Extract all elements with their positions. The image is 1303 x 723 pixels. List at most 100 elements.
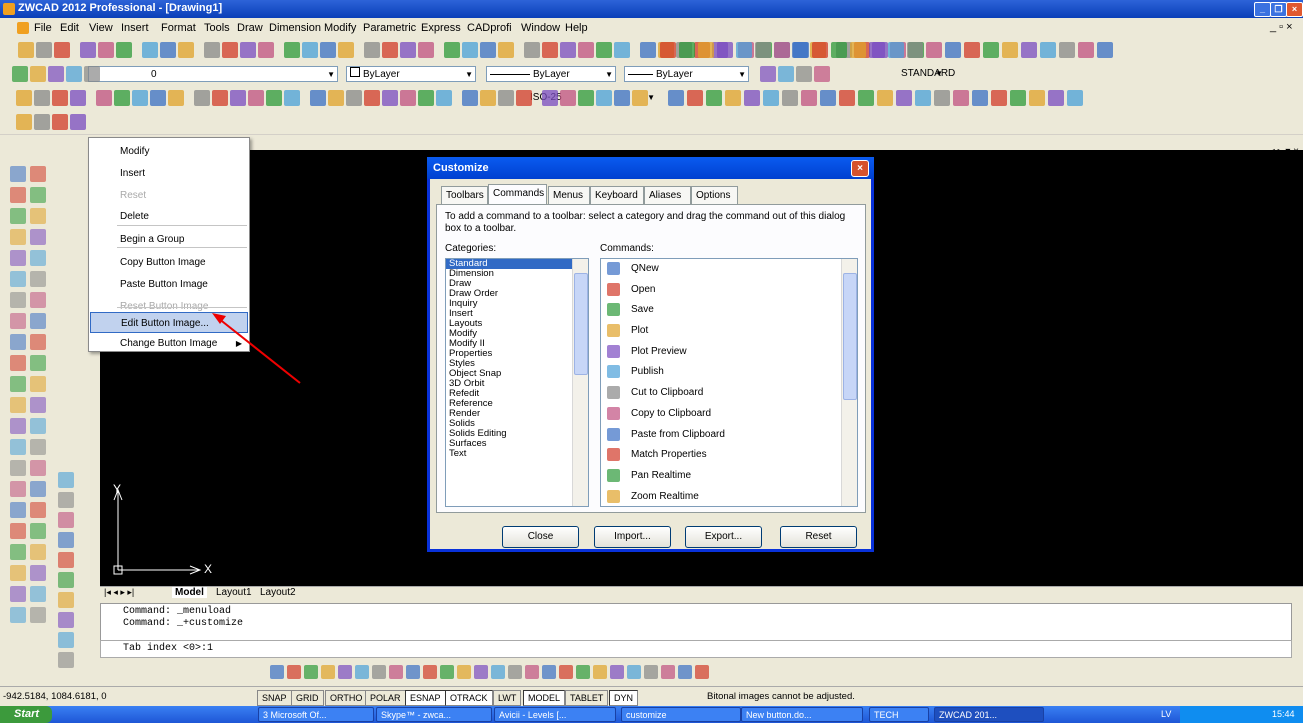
toolbar-tool-icon[interactable]: [796, 66, 812, 82]
toolbar-tool-icon[interactable]: [230, 90, 246, 106]
taskbar-window-button[interactable]: ZWCAD 201...: [934, 707, 1044, 722]
toolbar-tool-icon[interactable]: [896, 90, 912, 106]
toolbar-tool-icon[interactable]: [444, 42, 460, 58]
draw-tool-icon[interactable]: [10, 481, 26, 497]
toolbar-tool-icon[interactable]: [542, 42, 558, 58]
snap-tool-icon[interactable]: [491, 665, 505, 679]
draw-tool-icon[interactable]: [10, 418, 26, 434]
draw-tool-icon[interactable]: [10, 460, 26, 476]
snap-tool-icon[interactable]: [542, 665, 556, 679]
snap-tool-icon[interactable]: [525, 665, 539, 679]
tab-layout2[interactable]: Layout2: [260, 587, 296, 598]
modify-tool-icon[interactable]: [58, 652, 74, 668]
toolbar-tool-icon[interactable]: [364, 90, 380, 106]
toolbar-tool-icon[interactable]: [820, 90, 836, 106]
toolbar-tool-icon[interactable]: [524, 42, 540, 58]
toolbar-tool-icon[interactable]: [560, 90, 576, 106]
categories-scrollbar[interactable]: [572, 259, 588, 506]
toolbar-tool-icon[interactable]: [778, 66, 794, 82]
snap-tool-icon[interactable]: [627, 665, 641, 679]
language-indicator[interactable]: LV: [1161, 709, 1171, 719]
toolbar-tool-icon[interactable]: [578, 90, 594, 106]
toolbar-tool-icon[interactable]: [284, 90, 300, 106]
draw-tool-icon[interactable]: [10, 229, 26, 245]
menu-cadprofi[interactable]: CADprofi: [467, 22, 512, 34]
taskbar-window-button[interactable]: TECH: [869, 707, 929, 722]
toolbar-tool-icon[interactable]: [1021, 42, 1037, 58]
menu-express[interactable]: Express: [421, 22, 461, 34]
toolbar-tool-icon[interactable]: [480, 42, 496, 58]
toolbar-tool-icon[interactable]: [679, 42, 695, 58]
close-dialog-button[interactable]: Close: [502, 526, 579, 548]
toolbar-tool-icon[interactable]: [258, 42, 274, 58]
toolbar-tool-icon[interactable]: [462, 90, 478, 106]
color-combo[interactable]: ByLayer ▼: [346, 66, 476, 82]
toolbar-tool-icon[interactable]: [34, 90, 50, 106]
toolbar-tool-icon[interactable]: [516, 90, 532, 106]
toolbar-tool-icon[interactable]: [736, 42, 752, 58]
modify-tool-icon[interactable]: [58, 552, 74, 568]
import-button[interactable]: Import...: [594, 526, 671, 548]
context-menu-item[interactable]: Edit Button Image...: [90, 312, 248, 333]
toolbar-tool-icon[interactable]: [54, 42, 70, 58]
menu-dimension[interactable]: Dimension: [269, 22, 321, 34]
draw-tool-icon[interactable]: [10, 208, 26, 224]
toolbar-tool-icon[interactable]: [668, 90, 684, 106]
draw-tool-icon[interactable]: [10, 523, 26, 539]
snap-tool-icon[interactable]: [389, 665, 403, 679]
tab-commands[interactable]: Commands: [488, 184, 547, 206]
draw-tool-icon[interactable]: [10, 565, 26, 581]
toolbar-tool-icon[interactable]: [382, 90, 398, 106]
status-toggle-lwt[interactable]: LWT: [493, 690, 522, 706]
layer-combo[interactable]: 0 ▼: [88, 66, 338, 82]
snap-tool-icon[interactable]: [593, 665, 607, 679]
command-item[interactable]: Publish: [601, 362, 857, 383]
command-item[interactable]: Pan Realtime: [601, 466, 857, 487]
modify-tool-icon[interactable]: [58, 572, 74, 588]
toolbar-tool-icon[interactable]: [204, 42, 220, 58]
snap-tool-icon[interactable]: [695, 665, 709, 679]
toolbar-tool-icon[interactable]: [400, 42, 416, 58]
context-menu-item[interactable]: Insert: [90, 163, 248, 184]
tab-aliases[interactable]: Aliases: [644, 186, 691, 205]
draw-tool-icon[interactable]: [30, 418, 46, 434]
taskbar-window-button[interactable]: 3 Microsoft Of...: [258, 707, 374, 722]
toolbar-tool-icon[interactable]: [972, 90, 988, 106]
snap-tool-icon[interactable]: [440, 665, 454, 679]
toolbar-tool-icon[interactable]: [964, 42, 980, 58]
toolbar-tool-icon[interactable]: [660, 42, 676, 58]
toolbar-tool-icon[interactable]: [1048, 90, 1064, 106]
toolbar-tool-icon[interactable]: [116, 42, 132, 58]
draw-tool-icon[interactable]: [30, 334, 46, 350]
toolbar-tool-icon[interactable]: [945, 42, 961, 58]
command-input[interactable]: Tab index <0>:1: [100, 640, 1292, 658]
modify-tool-icon[interactable]: [58, 532, 74, 548]
menu-file[interactable]: File: [34, 22, 52, 34]
draw-tool-icon[interactable]: [30, 166, 46, 182]
toolbar-tool-icon[interactable]: [763, 90, 779, 106]
toolbar-tool-icon[interactable]: [328, 90, 344, 106]
command-item[interactable]: Zoom Realtime: [601, 487, 857, 506]
toolbar-tool-icon[interactable]: [222, 42, 238, 58]
draw-tool-icon[interactable]: [30, 565, 46, 581]
modify-tool-icon[interactable]: [58, 612, 74, 628]
toolbar-tool-icon[interactable]: [178, 42, 194, 58]
textstyle-combo[interactable]: STANDARD ▼: [820, 66, 955, 82]
toolbar-tool-icon[interactable]: [698, 42, 714, 58]
toolbar-tool-icon[interactable]: [1029, 90, 1045, 106]
taskbar-window-button[interactable]: Skype™ - zwca...: [376, 707, 492, 722]
status-toggle-tablet[interactable]: TABLET: [565, 690, 609, 706]
command-item[interactable]: Save: [601, 300, 857, 321]
toolbar-tool-icon[interactable]: [16, 114, 32, 130]
draw-tool-icon[interactable]: [10, 355, 26, 371]
toolbar-tool-icon[interactable]: [953, 90, 969, 106]
toolbar-tool-icon[interactable]: [831, 42, 847, 58]
draw-tool-icon[interactable]: [30, 586, 46, 602]
toolbar-tool-icon[interactable]: [114, 90, 130, 106]
snap-tool-icon[interactable]: [610, 665, 624, 679]
menu-tools[interactable]: Tools: [204, 22, 230, 34]
toolbar-tool-icon[interactable]: [907, 42, 923, 58]
snap-tool-icon[interactable]: [423, 665, 437, 679]
toolbar-tool-icon[interactable]: [84, 66, 100, 82]
snap-tool-icon[interactable]: [474, 665, 488, 679]
